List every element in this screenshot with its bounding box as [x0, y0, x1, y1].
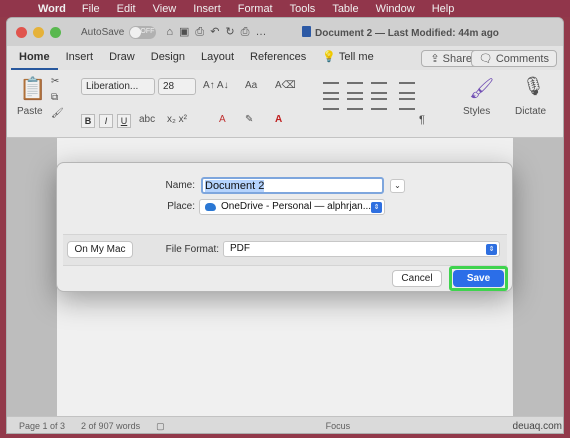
place-value: OneDrive - Personal — alphrjan...: [221, 201, 372, 212]
on-my-mac-button[interactable]: On My Mac: [67, 241, 133, 258]
place-select[interactable]: OneDrive - Personal — alphrjan... ⇕: [199, 199, 385, 215]
file-name-input[interactable]: Document 2: [201, 177, 384, 194]
up-down-arrows-icon: ⇕: [371, 202, 382, 213]
place-label: Place:: [167, 201, 195, 212]
chevron-down-icon: ⌄: [394, 181, 401, 190]
expand-dialog-button[interactable]: ⌄: [390, 179, 405, 193]
file-format-select[interactable]: PDF ⇕: [223, 241, 500, 257]
file-format-value: PDF: [230, 243, 250, 254]
file-format-label: File Format:: [165, 244, 219, 255]
up-down-arrows-icon: ⇕: [486, 244, 497, 255]
cancel-button[interactable]: Cancel: [392, 270, 442, 287]
file-name-value: Document 2: [205, 180, 265, 192]
save-dialog: Name: Document 2 ⌄ Place: OneDrive - Per…: [56, 162, 513, 292]
save-button[interactable]: Save: [453, 270, 504, 287]
name-label: Name:: [165, 180, 195, 191]
watermark: deuaq.com: [512, 421, 562, 432]
cloud-icon: [205, 203, 216, 211]
